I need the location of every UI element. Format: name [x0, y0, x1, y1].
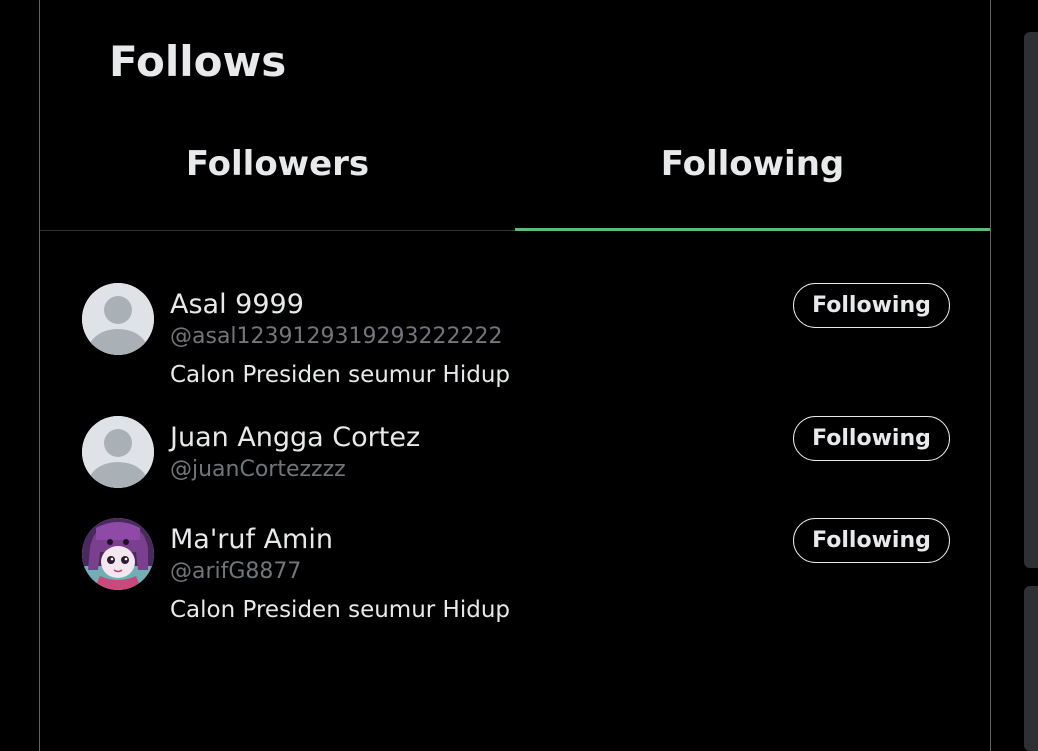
- following-button[interactable]: Following: [793, 416, 950, 461]
- page-title: Follows: [109, 37, 287, 86]
- tab-following[interactable]: Following: [515, 132, 990, 231]
- user-handle[interactable]: @juanCortezzzz: [170, 456, 346, 484]
- user-name[interactable]: Ma'ruf Amin: [170, 523, 333, 557]
- user-handle[interactable]: @arifG8877: [170, 558, 301, 586]
- user-handle[interactable]: @asal1239129319293222222: [170, 323, 502, 351]
- tab-followers-label: Followers: [185, 144, 370, 184]
- user-name[interactable]: Asal 9999: [170, 288, 304, 322]
- following-button[interactable]: Following: [793, 283, 950, 328]
- user-bio: Calon Presiden seumur Hidup: [170, 362, 511, 388]
- scrollbar-track-lower[interactable]: [1024, 586, 1038, 751]
- following-button[interactable]: Following: [793, 518, 950, 563]
- list-item[interactable]: Juan Angga Cortez @juanCortezzzz Followi…: [40, 416, 990, 496]
- main-panel: Follows Followers Following Asal 9999 @a…: [39, 0, 991, 751]
- user-name[interactable]: Juan Angga Cortez: [170, 421, 420, 455]
- tab-followers[interactable]: Followers: [40, 132, 515, 230]
- default-avatar-icon[interactable]: [82, 283, 154, 355]
- default-avatar-icon[interactable]: [82, 416, 154, 488]
- anime-character-avatar[interactable]: [82, 518, 154, 590]
- tab-following-label: Following: [660, 144, 845, 184]
- list-item[interactable]: Asal 9999 @asal1239129319293222222 Calon…: [40, 283, 990, 393]
- follows-page: Follows Followers Following Asal 9999 @a…: [0, 0, 1038, 751]
- active-tab-indicator: [515, 228, 990, 231]
- user-bio: Calon Presiden seumur Hidup: [170, 597, 511, 623]
- follows-tabs: Followers Following: [40, 132, 990, 231]
- list-item[interactable]: Ma'ruf Amin @arifG8877 Calon Presiden se…: [40, 518, 990, 628]
- scrollbar-track-upper[interactable]: [1024, 32, 1038, 568]
